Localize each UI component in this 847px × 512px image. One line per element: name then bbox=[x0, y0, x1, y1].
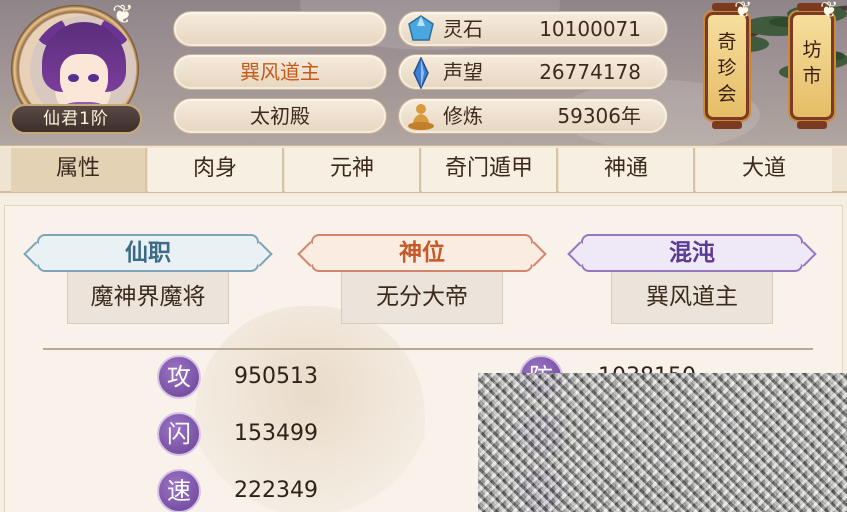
dodge-value: 153499 bbox=[234, 421, 318, 446]
lantern-char: 奇 bbox=[717, 31, 737, 53]
blue-gem-icon bbox=[408, 15, 434, 41]
tab-divine-powers[interactable]: 神通 bbox=[559, 148, 695, 192]
blue-crystal-icon bbox=[413, 57, 429, 89]
player-name bbox=[173, 11, 387, 47]
privacy-mosaic-overlay bbox=[478, 373, 847, 512]
tab-attributes[interactable]: 属性 bbox=[11, 148, 147, 192]
attack-icon: 攻 bbox=[157, 355, 201, 399]
attack-value: 950513 bbox=[234, 364, 318, 389]
tab-body[interactable]: 肉身 bbox=[148, 148, 284, 192]
section-divider bbox=[43, 348, 813, 350]
resource-cultivation: 修炼 59306年 bbox=[398, 98, 668, 134]
butterfly-icon: ❦ bbox=[820, 0, 839, 23]
tab-bar: 属性 肉身 元神 奇门遁甲 神通 大道 bbox=[0, 145, 847, 193]
badge-label: 神位 bbox=[311, 234, 533, 272]
tab-great-dao[interactable]: 大道 bbox=[696, 148, 832, 192]
resource-value: 26774178 bbox=[539, 60, 641, 84]
speed-icon: 速 bbox=[157, 469, 201, 512]
dodge-icon: 闪 bbox=[157, 412, 201, 456]
player-title: 巽风道主 bbox=[173, 54, 387, 90]
rank-plate: 仙君1阶 bbox=[10, 104, 142, 134]
header: ❦ 仙君1阶 巽风道主 太初殿 灵石 10100071 声望 26774178 … bbox=[0, 0, 847, 145]
badge-divine-rank: 神位 无分大帝 bbox=[305, 234, 539, 324]
lantern-char: 会 bbox=[717, 83, 737, 105]
lantern-char: 市 bbox=[802, 65, 822, 87]
speed-value: 222349 bbox=[234, 478, 318, 503]
meditating-figure-icon bbox=[408, 104, 434, 130]
resource-value: 59306年 bbox=[557, 104, 641, 128]
player-hall: 太初殿 bbox=[173, 98, 387, 134]
badge-immortal-post: 仙职 魔神界魔将 bbox=[31, 234, 265, 324]
badge-label: 仙职 bbox=[37, 234, 259, 272]
badge-label: 混沌 bbox=[581, 234, 803, 272]
badge-chaos: 混沌 巽风道主 bbox=[575, 234, 809, 324]
resource-value: 10100071 bbox=[539, 17, 641, 41]
resource-reputation: 声望 26774178 bbox=[398, 54, 668, 90]
badge-value: 魔神界魔将 bbox=[67, 272, 229, 324]
lantern-char: 坊 bbox=[802, 39, 822, 61]
lantern-char: 珍 bbox=[717, 57, 737, 79]
resource-label: 灵石 bbox=[443, 17, 483, 41]
butterfly-icon: ❦ bbox=[112, 0, 134, 30]
lantern-marketplace-button[interactable]: 坊 市 bbox=[790, 3, 834, 129]
lantern-treasure-market-button[interactable]: 奇 珍 会 bbox=[705, 3, 749, 129]
tab-qimen-dunjia[interactable]: 奇门遁甲 bbox=[422, 148, 558, 192]
resource-label: 声望 bbox=[443, 60, 483, 84]
badge-value: 无分大帝 bbox=[341, 272, 503, 324]
resource-label: 修炼 bbox=[443, 104, 483, 128]
resource-spirit-stone: 灵石 10100071 bbox=[398, 11, 668, 47]
tab-spirit[interactable]: 元神 bbox=[285, 148, 421, 192]
badge-value: 巽风道主 bbox=[611, 272, 773, 324]
butterfly-icon: ❦ bbox=[734, 0, 753, 23]
